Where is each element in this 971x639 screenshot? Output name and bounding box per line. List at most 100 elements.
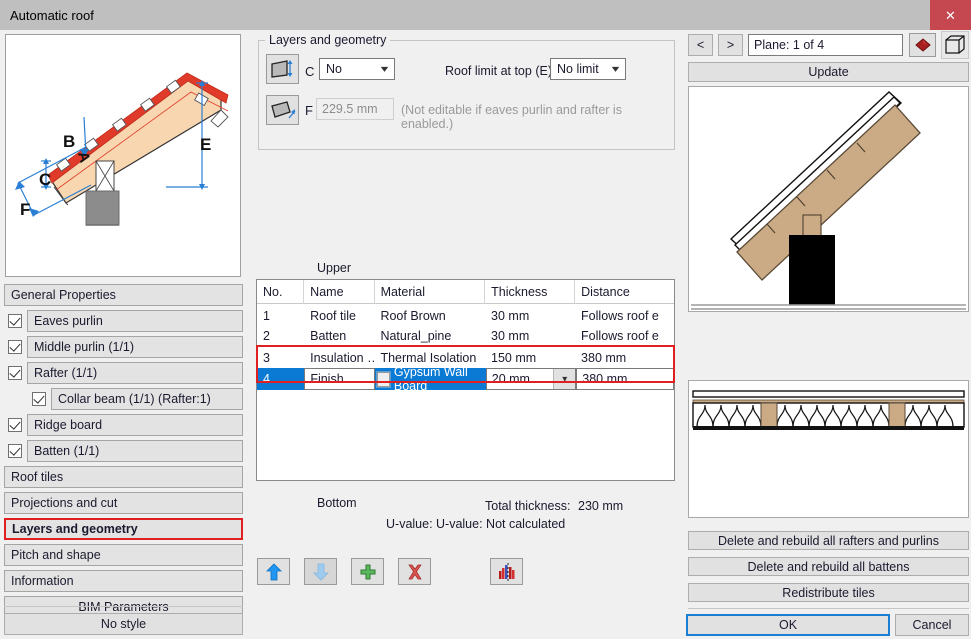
- cell-material: Natural_pine: [374, 329, 485, 343]
- thickness-value: 20 mm: [492, 372, 530, 386]
- roof-limit-label: Roof limit at top (E): [445, 64, 552, 78]
- layer-section-preview: [688, 380, 969, 518]
- cell-material: Roof Brown: [374, 309, 485, 323]
- sidebar-item-label: Eaves purlin: [27, 310, 243, 332]
- add-layer-button[interactable]: [351, 558, 384, 585]
- properties-sidebar: General Properties Eaves purlin Middle p…: [4, 282, 243, 620]
- cube-icon: [944, 34, 966, 56]
- c-label: C: [305, 64, 314, 79]
- sidebar-item-collar-beam[interactable]: Collar beam (1/1) (Rafter:1): [28, 386, 243, 412]
- cell-thickness: 30 mm: [485, 329, 575, 343]
- chevron-down-icon: ▾: [612, 64, 620, 75]
- layers-table[interactable]: No. Name Material Thickness Distance 1 R…: [256, 279, 675, 481]
- sidebar-item-batten[interactable]: Batten (1/1): [4, 438, 243, 464]
- delete-layer-button[interactable]: [398, 558, 431, 585]
- f-note: (Not editable if eaves purlin and rafter…: [401, 103, 674, 131]
- roof-section-diagram: B C E F A: [5, 34, 241, 277]
- c-select[interactable]: No ▾: [319, 58, 395, 80]
- gem-icon: [914, 37, 932, 53]
- sidebar-item-ridge-board[interactable]: Ridge board: [4, 412, 243, 438]
- sidebar-item-label: Projections and cut: [4, 492, 243, 514]
- move-layer-up-button[interactable]: [257, 558, 290, 585]
- f-value-field: 229.5 mm: [316, 98, 394, 120]
- table-row[interactable]: 2 Batten Natural_pine 30 mm Follows roof…: [257, 326, 674, 346]
- roof-limit-value: No limit: [557, 62, 599, 76]
- svg-text:C: C: [39, 170, 51, 189]
- bottom-label: Bottom: [317, 496, 357, 510]
- render-mode-button[interactable]: [909, 33, 936, 57]
- close-icon[interactable]: ✕: [930, 0, 971, 30]
- sidebar-item-roof-tiles[interactable]: Roof tiles: [4, 464, 243, 490]
- delete-rebuild-rafters-button[interactable]: Delete and rebuild all rafters and purli…: [688, 531, 969, 550]
- sidebar-divider: [4, 606, 243, 607]
- column-header-distance: Distance: [575, 280, 674, 304]
- cell-no: 1: [257, 309, 304, 323]
- column-header-no: No.: [257, 280, 304, 304]
- material-color-swatch[interactable]: [377, 372, 390, 387]
- sidebar-item-information[interactable]: Information: [4, 568, 243, 594]
- svg-text:E: E: [200, 135, 211, 154]
- redistribute-tiles-button[interactable]: Redistribute tiles: [688, 583, 969, 602]
- checkbox-batten[interactable]: [8, 444, 22, 458]
- chevron-down-icon: ▾: [381, 64, 389, 75]
- sidebar-item-label: Collar beam (1/1) (Rafter:1): [51, 388, 243, 410]
- previous-plane-button[interactable]: <: [688, 34, 713, 56]
- cell-thickness: 150 mm: [485, 351, 575, 365]
- f-dimension-icon[interactable]: [266, 95, 299, 125]
- sidebar-item-layers-and-geometry[interactable]: Layers and geometry: [4, 516, 243, 542]
- layers-and-geometry-group: Layers and geometry C No ▾ Roof limit at…: [258, 40, 675, 150]
- arrow-up-icon: [265, 563, 283, 581]
- checkbox-ridge-board[interactable]: [8, 418, 22, 432]
- total-thickness-value: 230 mm: [578, 499, 623, 513]
- checkbox-middle-purlin[interactable]: [8, 340, 22, 354]
- svg-text:F: F: [20, 200, 30, 219]
- sidebar-item-label: Rafter (1/1): [27, 362, 243, 384]
- next-plane-button[interactable]: >: [718, 34, 743, 56]
- table-row[interactable]: 1 Roof tile Roof Brown 30 mm Follows roo…: [257, 306, 674, 326]
- chevron-down-icon[interactable]: ▾: [553, 369, 575, 389]
- sidebar-item-middle-purlin[interactable]: Middle purlin (1/1): [4, 334, 243, 360]
- plane-indicator-field: Plane: 1 of 4: [748, 34, 903, 56]
- ok-button[interactable]: OK: [686, 614, 890, 636]
- distance-input[interactable]: 380 mm: [576, 368, 674, 390]
- sidebar-item-label: General Properties: [4, 284, 243, 306]
- upper-label: Upper: [317, 261, 351, 275]
- sidebar-item-label: Roof tiles: [4, 466, 243, 488]
- column-header-name: Name: [304, 280, 374, 304]
- table-row-editing[interactable]: 4 Finish Gypsum Wall Board 20 mm ▾ 380 m…: [257, 368, 674, 390]
- c-dimension-icon[interactable]: [266, 54, 299, 84]
- thickness-combo[interactable]: 20 mm ▾: [486, 368, 577, 390]
- sidebar-item-label: Batten (1/1): [27, 440, 243, 462]
- cell-name: Batten: [304, 329, 374, 343]
- layer-statistics-button[interactable]: [490, 558, 523, 585]
- sidebar-item-pitch-and-shape[interactable]: Pitch and shape: [4, 542, 243, 568]
- window-titlebar: Automatic roof ✕: [0, 0, 971, 30]
- arrow-down-icon: [312, 563, 330, 581]
- sidebar-item-projections-and-cut[interactable]: Projections and cut: [4, 490, 243, 516]
- cell-no: 2: [257, 329, 304, 343]
- checkbox-collar-beam[interactable]: [32, 392, 46, 406]
- f-label: F: [305, 103, 313, 118]
- column-header-thickness: Thickness: [485, 280, 575, 304]
- sidebar-item-label: Layers and geometry: [4, 518, 243, 540]
- wireframe-view-button[interactable]: [941, 31, 969, 59]
- material-cell[interactable]: Gypsum Wall Board: [375, 368, 486, 390]
- cell-distance: Follows roof e: [575, 309, 674, 323]
- svg-text:B: B: [63, 132, 75, 151]
- name-input[interactable]: Finish: [304, 368, 375, 390]
- move-layer-down-button[interactable]: [304, 558, 337, 585]
- update-button[interactable]: Update: [688, 62, 969, 82]
- sidebar-item-eaves-purlin[interactable]: Eaves purlin: [4, 308, 243, 334]
- table-header-row: No. Name Material Thickness Distance: [257, 280, 674, 304]
- sidebar-item-rafter[interactable]: Rafter (1/1): [4, 360, 243, 386]
- cancel-button[interactable]: Cancel: [895, 614, 969, 636]
- material-value: Gypsum Wall Board: [394, 365, 486, 393]
- delete-rebuild-battens-button[interactable]: Delete and rebuild all battens: [688, 557, 969, 576]
- sidebar-item-general-properties[interactable]: General Properties: [4, 282, 243, 308]
- checkbox-eaves-purlin[interactable]: [8, 314, 22, 328]
- checkbox-rafter[interactable]: [8, 366, 22, 380]
- no-style-button[interactable]: No style: [4, 613, 243, 635]
- column-header-material: Material: [375, 280, 486, 304]
- roof-limit-select[interactable]: No limit ▾: [550, 58, 626, 80]
- cell-distance: Follows roof e: [575, 329, 674, 343]
